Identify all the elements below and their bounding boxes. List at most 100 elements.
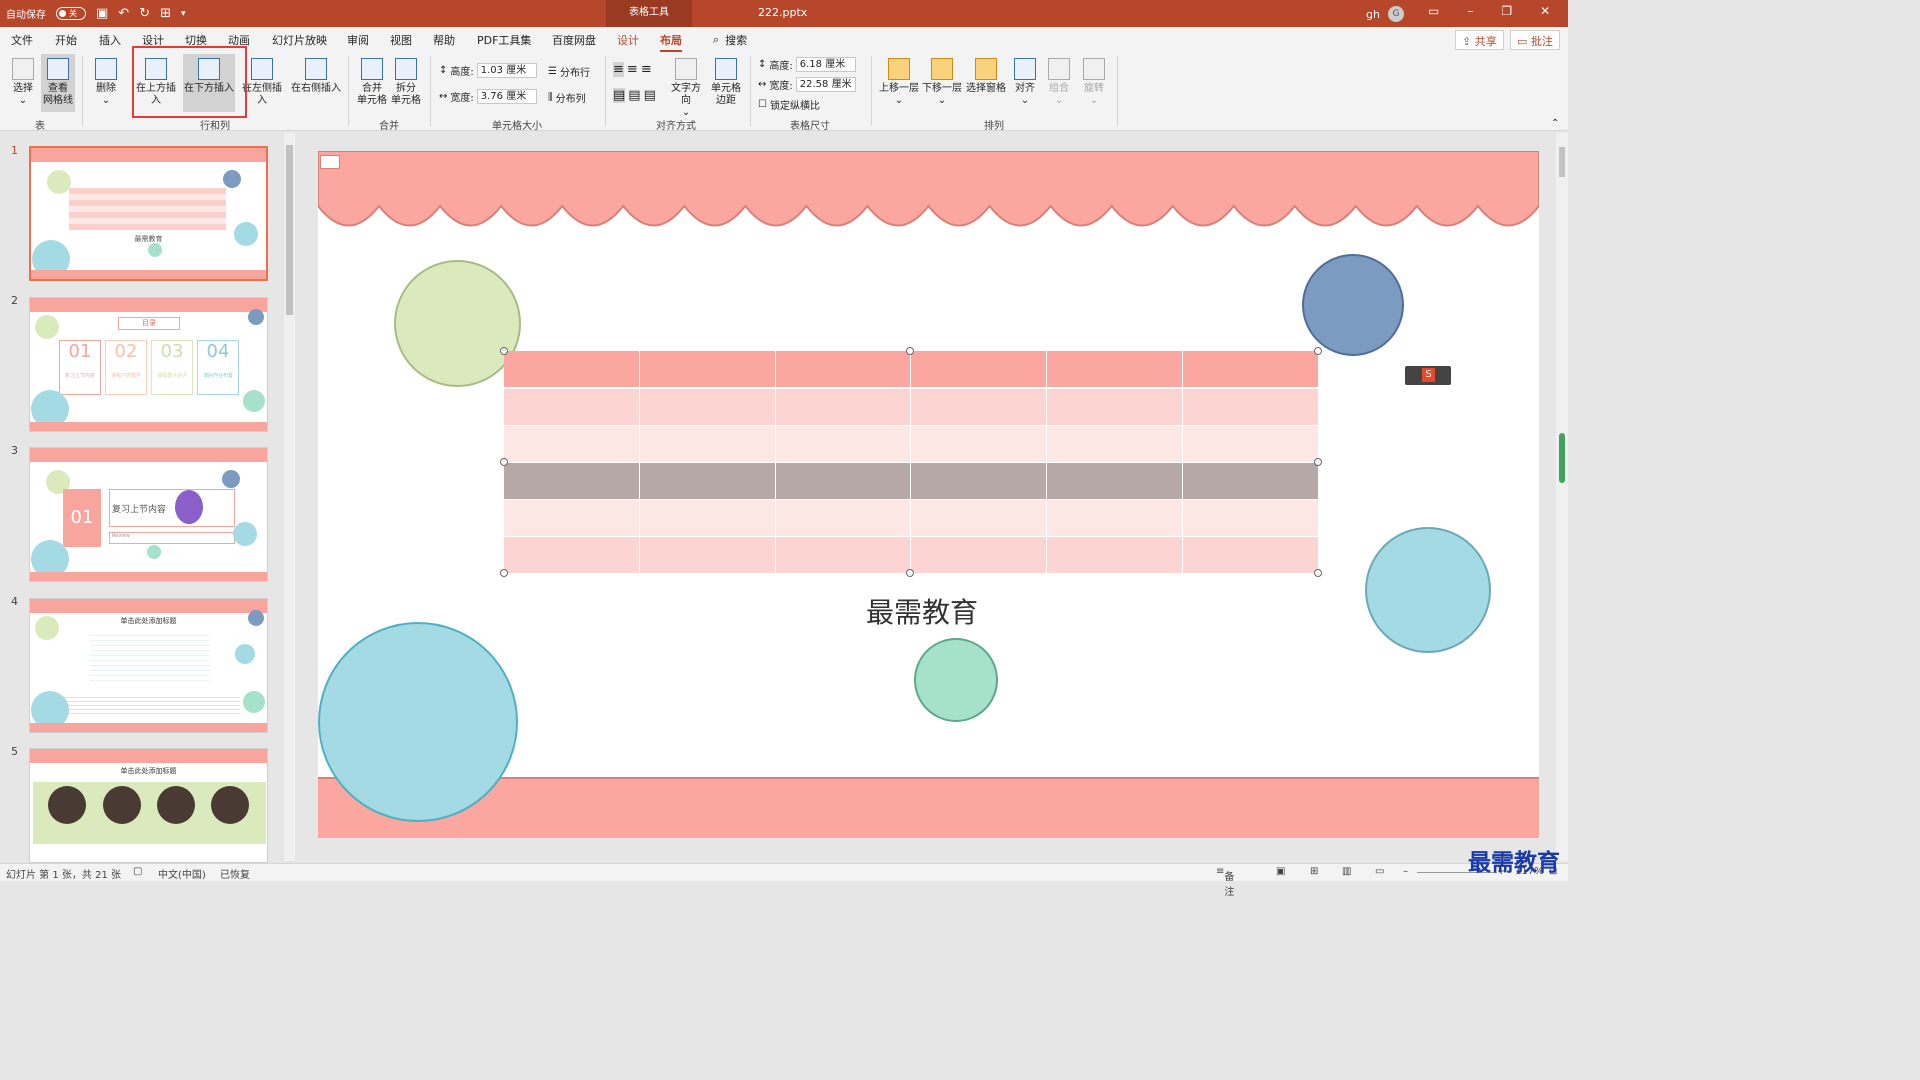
align-bottom-icon[interactable]: ▤: [644, 88, 656, 103]
slide-table[interactable]: [504, 351, 1318, 573]
resize-handle[interactable]: [1314, 569, 1322, 577]
table-row-selected[interactable]: [504, 463, 1318, 499]
cell-margins-button[interactable]: 单元格 边距: [709, 58, 743, 107]
cell-height-input[interactable]: 1.03 厘米: [476, 63, 537, 78]
menu-table-layout[interactable]: 布局: [660, 32, 682, 52]
spellcheck-icon[interactable]: ▢: [133, 866, 142, 877]
resize-handle[interactable]: [906, 569, 914, 577]
table-width-field[interactable]: ↔ 宽度: 22.58 厘米: [758, 77, 856, 92]
table-width-input[interactable]: 22.58 厘米: [795, 77, 856, 92]
zoom-out-icon[interactable]: –: [1403, 866, 1408, 877]
thumb-title: 最需教育: [134, 235, 163, 243]
resize-handle[interactable]: [1314, 458, 1322, 466]
ime-toolbar[interactable]: S: [1405, 366, 1451, 385]
table-row[interactable]: [504, 351, 1318, 387]
close-icon[interactable]: ✕: [1540, 4, 1550, 18]
menu-insert[interactable]: 插入: [99, 32, 121, 48]
thumb-circle: [223, 170, 241, 188]
group-button[interactable]: 组合 ⌄: [1045, 58, 1073, 107]
undo-icon[interactable]: ↶: [118, 6, 129, 21]
slide-title[interactable]: 最需教育: [866, 591, 978, 631]
resize-handle[interactable]: [500, 347, 508, 355]
search-box[interactable]: ⌕ 搜索: [713, 32, 747, 48]
table-height-input[interactable]: 6.18 厘米: [795, 57, 856, 72]
menu-help[interactable]: 帮助: [433, 32, 455, 48]
align-top-icon[interactable]: ▤: [613, 88, 626, 103]
comments-button[interactable]: ▭ 批注: [1510, 30, 1560, 50]
table-height-field[interactable]: ↕ 高度: 6.18 厘米: [758, 57, 856, 72]
align-button[interactable]: 对齐 ⌄: [1011, 58, 1039, 107]
table-row[interactable]: [504, 426, 1318, 462]
avatar[interactable]: G: [1387, 6, 1404, 22]
lock-ratio-checkbox[interactable]: ☐ 锁定纵横比: [758, 97, 820, 112]
slide-thumbnail-4[interactable]: 单击此处添加标题: [29, 598, 268, 733]
distribute-cols-button[interactable]: ⫼ 分布列: [548, 90, 586, 105]
menu-home[interactable]: 开始: [55, 32, 77, 48]
scrollbar-thumb[interactable]: [1559, 147, 1565, 177]
menu-review[interactable]: 审阅: [347, 32, 369, 48]
user-account[interactable]: gh G: [1366, 6, 1404, 22]
resize-handle[interactable]: [1314, 347, 1322, 355]
save-icon[interactable]: ▣: [96, 6, 108, 21]
cell-width-field[interactable]: ↔ 宽度: 3.76 厘米: [439, 89, 537, 104]
menu-file[interactable]: 文件: [11, 32, 33, 48]
resize-handle[interactable]: [500, 458, 508, 466]
split-cells-button[interactable]: 拆分 单元格: [390, 58, 422, 107]
align-right-icon[interactable]: ≡: [641, 62, 652, 77]
menu-pdf-tools[interactable]: PDF工具集: [477, 32, 531, 48]
slideshow-view-icon[interactable]: ▭: [1375, 866, 1384, 877]
select-button[interactable]: 选择 ⌄: [8, 58, 38, 107]
table-row[interactable]: [504, 389, 1318, 425]
send-backward-button[interactable]: 下移一层 ⌄: [921, 58, 963, 107]
slide-thumbnail-2[interactable]: 目录 01 复习上节内容 02 课程内容教学 03 课程重点讲评 04 课后作业布置: [29, 297, 268, 432]
scrollbar-thumb[interactable]: [286, 145, 293, 315]
thumb-scallop-top: [31, 148, 266, 162]
thumbnail-scrollbar[interactable]: [284, 133, 295, 861]
share-button[interactable]: ⇪ 共享: [1455, 30, 1504, 50]
language-indicator[interactable]: 中文(中国): [158, 866, 206, 881]
minimize-icon[interactable]: –: [1467, 4, 1473, 18]
redo-icon[interactable]: ↻: [139, 6, 150, 21]
delete-button[interactable]: 删除 ⌄: [90, 58, 122, 107]
align-middle-icon[interactable]: ▤: [628, 88, 640, 103]
cell-width-input[interactable]: 3.76 厘米: [476, 89, 537, 104]
menu-baidu-netdisk[interactable]: 百度网盘: [552, 32, 596, 48]
mint-circle: [914, 638, 998, 722]
distribute-cols-label: 分布列: [555, 94, 586, 105]
align-left-icon[interactable]: ≡: [613, 62, 624, 77]
present-icon[interactable]: ⊞: [160, 6, 171, 21]
slide-thumbnail-3[interactable]: 01 复习上节内容 Review: [29, 447, 268, 582]
menu-slideshow[interactable]: 幻灯片放映: [272, 32, 327, 48]
restore-icon[interactable]: ❐: [1501, 4, 1512, 18]
distribute-rows-button[interactable]: ☰ 分布行: [548, 64, 590, 79]
comment-marker-icon[interactable]: [320, 155, 340, 169]
reading-view-icon[interactable]: ▥: [1342, 866, 1351, 877]
ribbon-display-icon[interactable]: ▭: [1428, 4, 1439, 18]
selection-pane-button[interactable]: 选择窗格: [965, 58, 1007, 95]
menu-table-design[interactable]: 设计: [617, 32, 639, 48]
view-gridlines-button[interactable]: 查看 网格线: [41, 54, 75, 112]
slide-thumbnail-5[interactable]: 单击此处添加标题: [29, 748, 268, 863]
customize-qat-icon[interactable]: ▾: [181, 7, 186, 21]
slide-thumbnail-1[interactable]: 最需教育: [29, 146, 268, 281]
cell-height-field[interactable]: ↕ 高度: 1.03 厘米: [439, 63, 537, 78]
group-rows-cols-label: 行和列: [200, 121, 230, 132]
toc-card: 02 课程内容教学: [105, 340, 147, 395]
slide-sorter-icon[interactable]: ⊞: [1310, 866, 1318, 877]
merge-cells-button[interactable]: 合并 单元格: [356, 58, 388, 107]
notes-button[interactable]: ≡ 备注: [1216, 866, 1234, 898]
resize-handle[interactable]: [500, 569, 508, 577]
autosave-toggle[interactable]: 关: [56, 7, 86, 20]
normal-view-icon[interactable]: ▣: [1276, 866, 1285, 877]
bring-forward-button[interactable]: 上移一层 ⌄: [879, 58, 919, 107]
resize-handle[interactable]: [906, 347, 914, 355]
menu-view[interactable]: 视图: [390, 32, 412, 48]
collapse-ribbon-icon[interactable]: ⌃: [1551, 118, 1559, 129]
insert-right-button[interactable]: 在右侧插入: [290, 58, 342, 95]
rotate-button[interactable]: 旋转 ⌄: [1080, 58, 1108, 107]
table-row[interactable]: [504, 537, 1318, 573]
canvas-scrollbar[interactable]: [1556, 133, 1568, 861]
table-row[interactable]: [504, 500, 1318, 536]
text-direction-button[interactable]: 文字方向 ⌄: [667, 58, 705, 119]
align-center-icon[interactable]: ≡: [627, 62, 638, 77]
